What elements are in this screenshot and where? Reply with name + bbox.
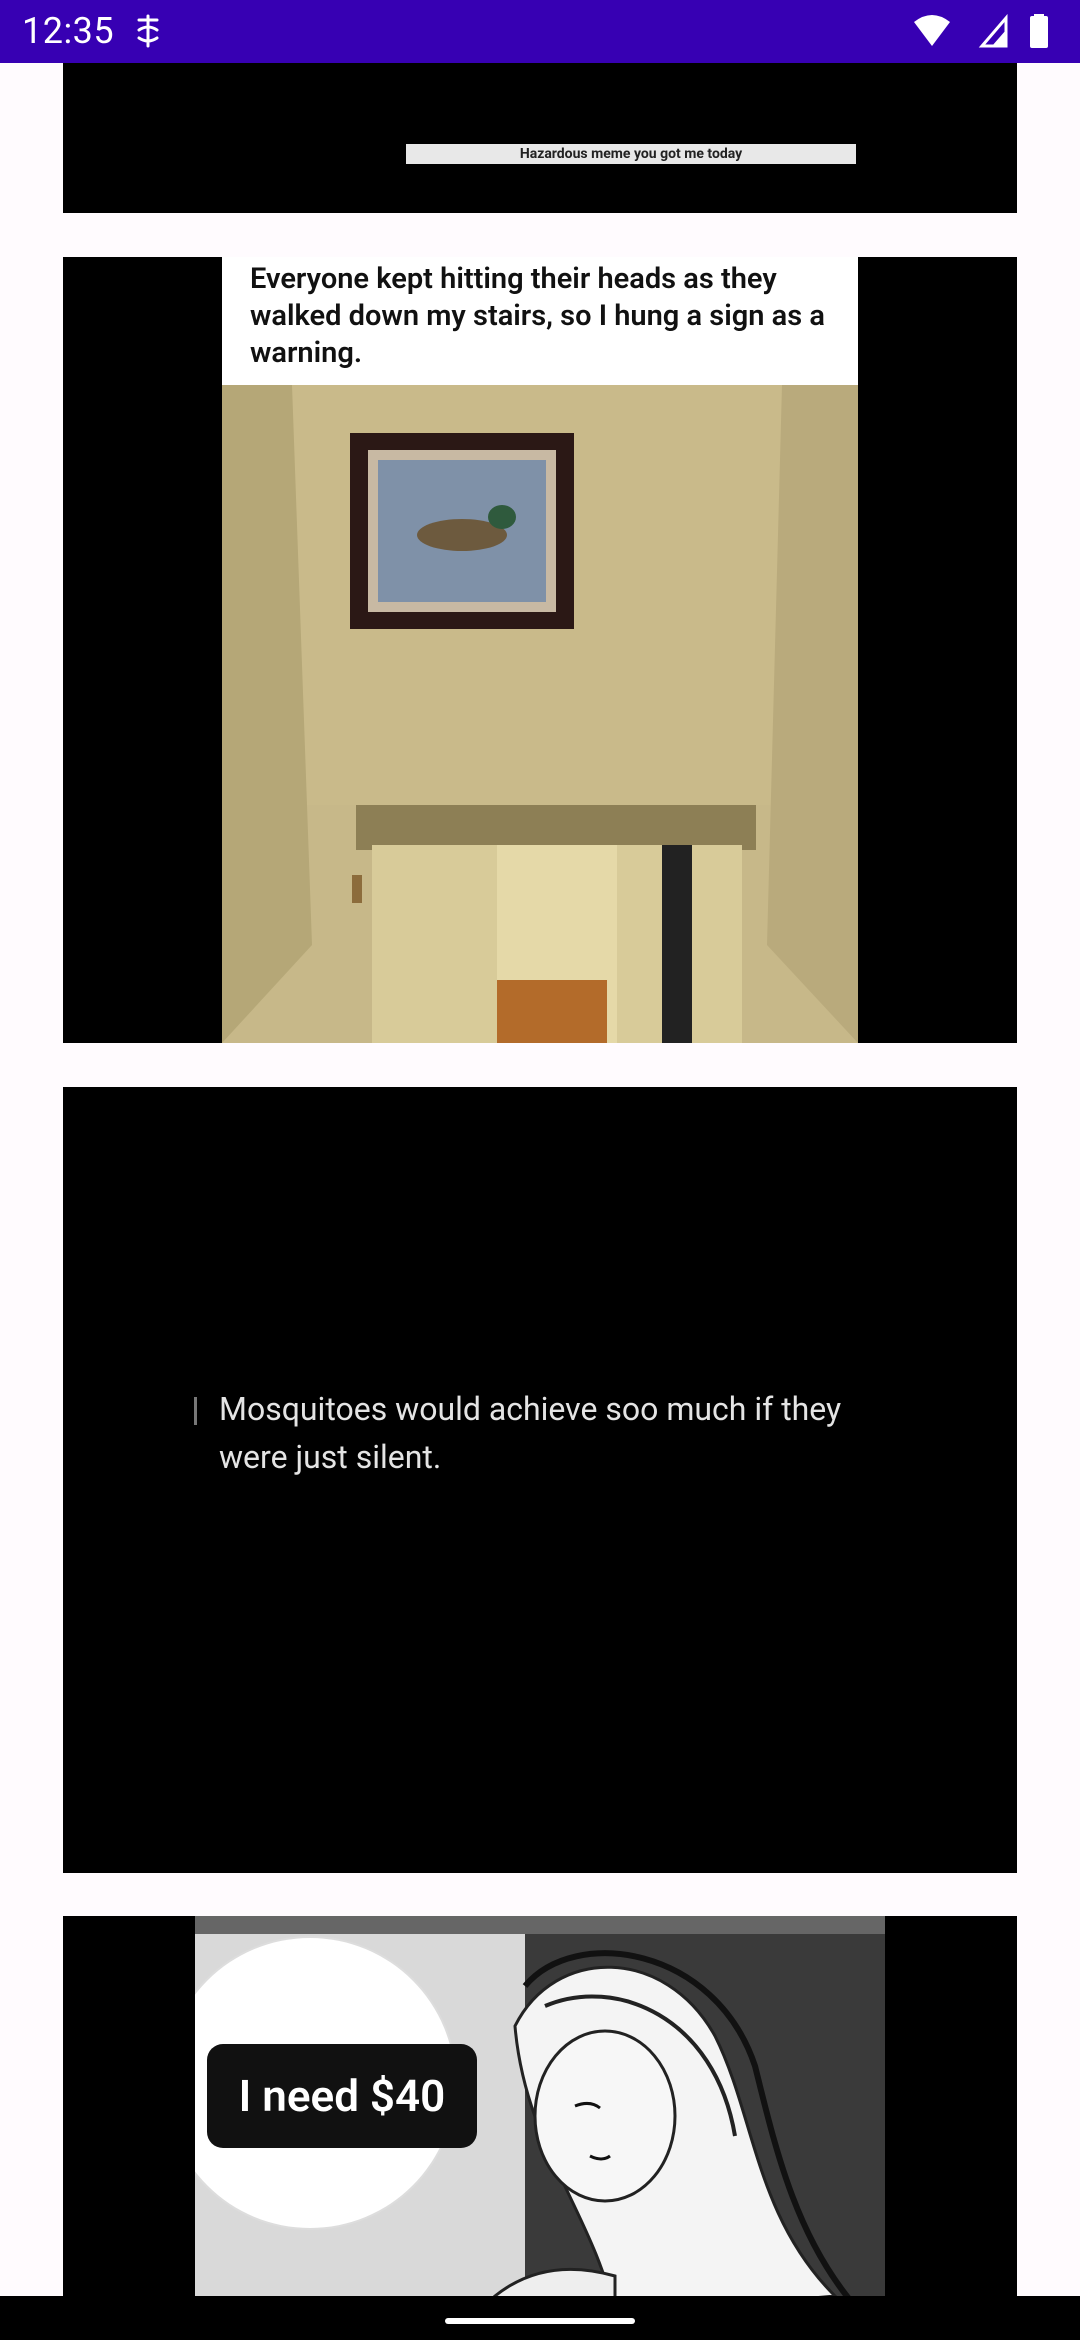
meme-caption-strip: Hazardous meme you got me today	[406, 144, 856, 164]
meme-caption: Everyone kept hitting their heads as the…	[250, 262, 825, 370]
meme-card[interactable]: I need $40	[63, 1916, 1017, 2296]
meme-card[interactable]: Everyone kept hitting their heads as the…	[63, 257, 1017, 1043]
quote-text: Mosquitoes would achieve soo much if the…	[219, 1390, 842, 1476]
home-gesture-handle[interactable]	[445, 2318, 635, 2324]
speech-text: I need $40	[207, 2044, 477, 2148]
quote-bar	[194, 1397, 197, 1425]
battery-icon	[1030, 14, 1048, 48]
meme-card[interactable]: Hazardous meme you got me today	[63, 63, 1017, 213]
navigation-bar	[0, 2296, 1080, 2340]
signal-icon	[978, 14, 1008, 48]
system-icons	[914, 14, 1048, 48]
status-time: 12:35	[22, 10, 115, 52]
image-feed[interactable]: Hazardous meme you got me today Everyone…	[0, 63, 1080, 2296]
status-bar: 12:35	[0, 0, 1080, 63]
text-post-card[interactable]: Mosquitoes would achieve soo much if the…	[63, 1087, 1017, 1873]
wifi-icon	[914, 15, 950, 46]
stairwell-photo	[222, 385, 858, 1043]
comic-image: I need $40	[195, 1916, 885, 2296]
meme-image: Everyone kept hitting their heads as the…	[222, 257, 858, 1043]
dnd-icon	[137, 14, 159, 48]
